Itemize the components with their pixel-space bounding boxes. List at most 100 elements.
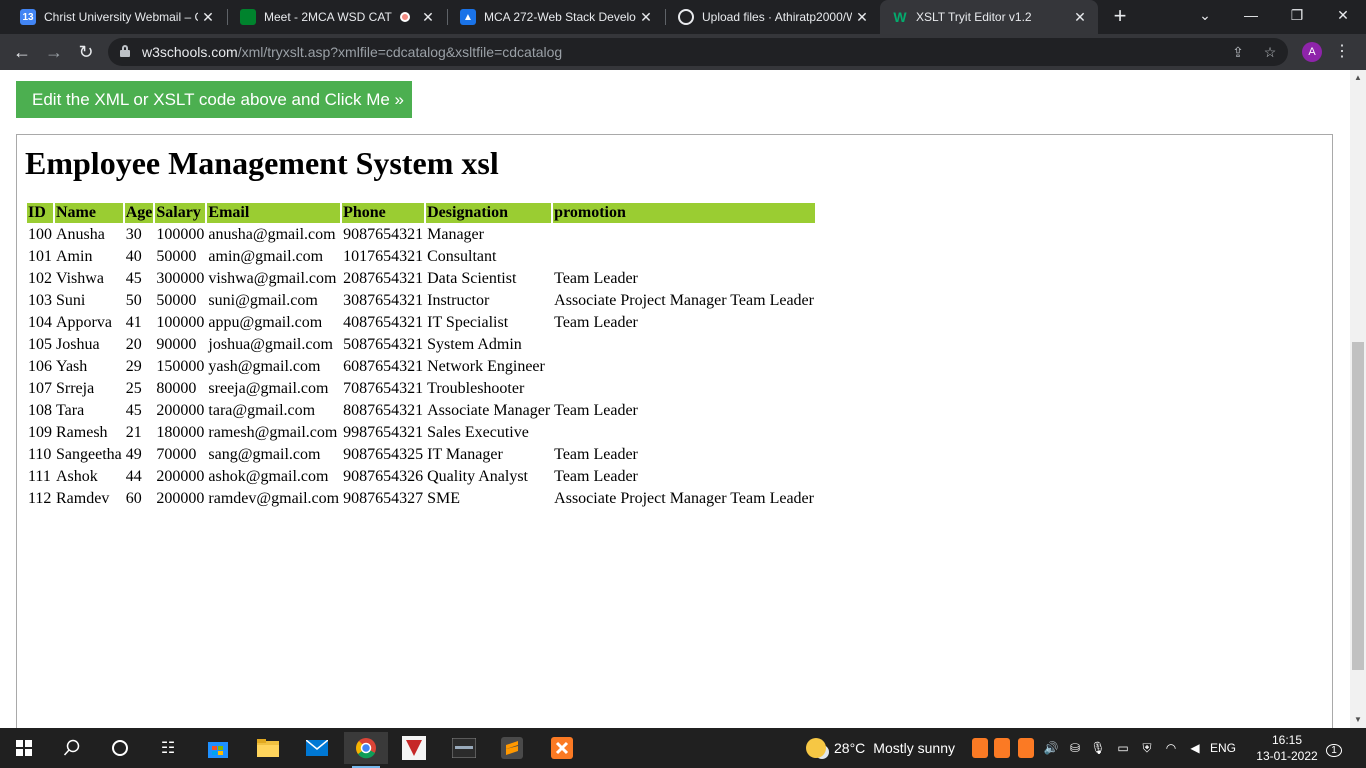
cell-salary: 90000 bbox=[156, 336, 197, 353]
microphone-icon[interactable]: 🎙 bbox=[1090, 738, 1106, 758]
tab-title: Christ University Webmail – C bbox=[44, 10, 198, 24]
cell-designation: Instructor bbox=[427, 292, 490, 309]
cell-id: 109 bbox=[28, 424, 52, 441]
forward-button[interactable]: → bbox=[40, 38, 68, 66]
page-scrollbar[interactable]: ▲ ▼ bbox=[1350, 70, 1366, 728]
back-button[interactable]: ← bbox=[8, 38, 36, 66]
cell-phone: 9087654327 bbox=[343, 490, 424, 507]
cell-age: 25 bbox=[125, 380, 142, 397]
tab-webmail[interactable]: 13 Christ University Webmail – C ✕ bbox=[8, 0, 226, 34]
clock-date: 13-01-2022 bbox=[1256, 749, 1318, 763]
cell-designation: IT Specialist bbox=[427, 314, 509, 331]
xampp-tray-icon[interactable] bbox=[994, 738, 1010, 758]
cell-email: vishwa@gmail.com bbox=[208, 270, 337, 287]
partly-sunny-icon bbox=[806, 738, 826, 758]
classroom-icon: ▲ bbox=[460, 9, 476, 25]
cell-age: 45 bbox=[125, 402, 142, 419]
cell-phone: 8087654321 bbox=[343, 402, 424, 419]
restore-button[interactable]: ❐ bbox=[1274, 0, 1320, 30]
task-view-icon[interactable]: ☷ bbox=[148, 732, 188, 764]
language-indicator[interactable]: ENG bbox=[1208, 738, 1238, 758]
weather-widget[interactable]: 28°C Mostly sunny bbox=[806, 736, 955, 760]
cell-promotion bbox=[553, 423, 815, 443]
table-row: 104 Apporva 41 100000 appu@gmail.com 40876543… bbox=[27, 313, 815, 333]
scroll-down-arrow-icon[interactable]: ▼ bbox=[1350, 712, 1366, 728]
cell-phone: 9087654326 bbox=[343, 468, 424, 485]
cell-id: 111 bbox=[28, 468, 51, 485]
cell-name: Joshua bbox=[56, 336, 100, 353]
cell-email: amin@gmail.com bbox=[208, 248, 324, 265]
recording-icon bbox=[400, 12, 410, 22]
tab-classroom[interactable]: ▲ MCA 272-Web Stack Develop ✕ bbox=[448, 0, 664, 34]
cell-salary: 100000 bbox=[156, 226, 205, 243]
cell-id: 101 bbox=[28, 248, 52, 265]
close-icon[interactable]: ✕ bbox=[852, 9, 872, 26]
url-text: w3schools.com/xml/tryxslt.asp?xmlfile=cd… bbox=[142, 44, 562, 60]
share-icon[interactable]: ⇪ bbox=[1228, 42, 1248, 62]
cell-email: tara@gmail.com bbox=[208, 402, 316, 419]
cell-email: sreeja@gmail.com bbox=[208, 380, 329, 397]
wifi-icon[interactable]: ◠ bbox=[1162, 738, 1180, 758]
reload-button[interactable]: ↻ bbox=[72, 38, 100, 66]
app-icon-red[interactable] bbox=[394, 732, 434, 764]
clock[interactable]: 16:15 13-01-2022 bbox=[1256, 732, 1318, 764]
sublime-text-icon[interactable] bbox=[492, 732, 532, 764]
chrome-icon[interactable] bbox=[344, 732, 388, 768]
cell-name: Tara bbox=[56, 402, 85, 419]
minimize-button[interactable]: — bbox=[1228, 0, 1274, 30]
volume-icon[interactable]: 🔊 bbox=[1042, 738, 1060, 758]
cell-age: 50 bbox=[125, 292, 142, 309]
security-icon[interactable]: ⛨ bbox=[1138, 738, 1156, 758]
xampp-icon[interactable] bbox=[542, 732, 582, 764]
column-header-phone: Phone bbox=[342, 203, 425, 223]
cell-name: Suni bbox=[56, 292, 86, 309]
tab-github[interactable]: Upload files · Athiratp2000/W ✕ bbox=[666, 0, 880, 34]
xampp-tray-icon[interactable] bbox=[1018, 738, 1034, 758]
mysql-workbench-icon[interactable] bbox=[444, 732, 484, 764]
bookmark-star-icon[interactable]: ☆ bbox=[1260, 42, 1280, 62]
tab-meet[interactable]: Meet - 2MCA WSD CAT ✕ bbox=[228, 0, 446, 34]
cell-designation: Network Engineer bbox=[427, 358, 545, 375]
close-icon[interactable]: ✕ bbox=[1070, 9, 1090, 26]
lock-icon[interactable] bbox=[120, 45, 130, 57]
cell-age: 40 bbox=[125, 248, 142, 265]
cell-promotion bbox=[553, 225, 815, 245]
table-row: 100 Anusha 30 100000 anusha@gmail.com 9087654… bbox=[27, 225, 815, 245]
column-header-email: Email bbox=[207, 203, 341, 223]
close-icon[interactable]: ✕ bbox=[636, 9, 656, 26]
scroll-up-arrow-icon[interactable]: ▲ bbox=[1350, 70, 1366, 86]
cortana-icon[interactable] bbox=[100, 732, 140, 764]
network-sharing-icon[interactable]: ⛁ bbox=[1066, 738, 1084, 758]
notification-count: 1 bbox=[1326, 744, 1342, 757]
scrollbar-thumb[interactable] bbox=[1352, 342, 1364, 670]
cell-email: sang@gmail.com bbox=[208, 446, 321, 463]
address-bar[interactable]: w3schools.com/xml/tryxslt.asp?xmlfile=cd… bbox=[108, 38, 1288, 66]
cell-salary: 200000 bbox=[156, 490, 205, 507]
run-button[interactable]: Edit the XML or XSLT code above and Clic… bbox=[16, 81, 412, 118]
close-icon[interactable]: ✕ bbox=[198, 9, 218, 26]
cell-age: 30 bbox=[125, 226, 142, 243]
file-explorer-icon[interactable] bbox=[248, 732, 288, 764]
windows-start-icon[interactable] bbox=[4, 732, 44, 764]
cell-salary: 180000 bbox=[156, 424, 205, 441]
search-icon[interactable] bbox=[52, 732, 92, 764]
window-close-button[interactable]: ✕ bbox=[1320, 0, 1366, 30]
mail-icon[interactable] bbox=[297, 732, 337, 764]
tab-xslt-tryit[interactable]: W XSLT Tryit Editor v1.2 ✕ bbox=[880, 0, 1098, 34]
profile-avatar[interactable]: A bbox=[1302, 42, 1322, 62]
microsoft-store-icon[interactable] bbox=[198, 732, 238, 764]
speaker-icon[interactable]: ◀ bbox=[1186, 738, 1204, 758]
xampp-tray-icon[interactable] bbox=[972, 738, 988, 758]
tab-search-icon[interactable]: ⌄ bbox=[1182, 0, 1228, 30]
cell-designation: Associate Manager bbox=[427, 402, 551, 419]
browser-menu-icon[interactable]: ⋮ bbox=[1334, 40, 1350, 64]
notification-center-icon[interactable]: 1 bbox=[1322, 736, 1346, 760]
new-tab-button[interactable]: + bbox=[1108, 5, 1132, 29]
employee-table: ID Name Age Salary Email Phone Designation prom… bbox=[25, 201, 817, 511]
close-icon[interactable]: ✕ bbox=[418, 9, 438, 26]
cell-id: 107 bbox=[28, 380, 52, 397]
cell-phone: 3087654321 bbox=[343, 292, 424, 309]
cell-id: 102 bbox=[28, 270, 52, 287]
battery-icon[interactable]: ▭ bbox=[1114, 738, 1132, 758]
cell-phone: 7087654321 bbox=[343, 380, 424, 397]
